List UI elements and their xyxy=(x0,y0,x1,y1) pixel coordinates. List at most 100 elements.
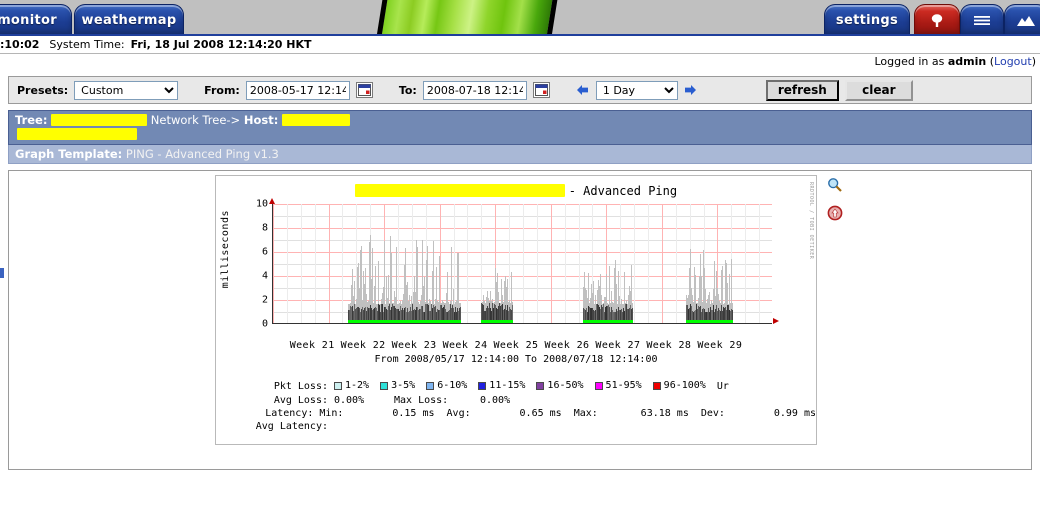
avg-loss-label: Avg Loss: xyxy=(273,394,328,406)
plot-bar-min xyxy=(460,320,461,323)
gridline-v-minor xyxy=(315,204,316,323)
y-tick-8: 8 xyxy=(261,222,268,234)
latency-max-label: Max: xyxy=(573,407,598,419)
y-axis-ticks: 0 2 4 6 8 10 xyxy=(240,199,268,330)
gridline-v-minor xyxy=(565,204,566,323)
system-time-value: Fri, 18 Jul 2008 12:14:20 HKT xyxy=(130,38,312,51)
legend-row-avg-latency: Avg Latency: xyxy=(224,420,816,433)
top-navigation-bar: monitor weathermap settings xyxy=(0,0,1040,36)
legend-range-4: 16-50% xyxy=(547,380,584,391)
calendar-icon-from[interactable] xyxy=(355,82,373,98)
graph-filter-toolbar: Presets: Custom From: To: xyxy=(8,76,1032,104)
legend-range-3: 11-15% xyxy=(489,380,526,391)
graph-title-redacted xyxy=(354,184,565,197)
legend-item-2: 6-10% xyxy=(426,379,467,392)
legend-item-5: 51-95% xyxy=(594,379,642,392)
x-tick-1: Week 22 xyxy=(340,340,386,351)
plot-wrapper: milliseconds 0 2 4 6 8 10 xyxy=(216,198,816,336)
logout-link[interactable]: Logout xyxy=(994,55,1032,68)
latency-avg-label: Avg: xyxy=(446,407,471,419)
to-date-input[interactable] xyxy=(422,80,527,100)
tree-host-line-2 xyxy=(15,127,1025,141)
x-tick-6: Week 27 xyxy=(595,340,641,351)
gridline-v-minor xyxy=(676,204,677,323)
latency-label: Latency: xyxy=(265,407,314,419)
legend-swatch-0 xyxy=(334,381,342,390)
tab-monitor[interactable]: monitor xyxy=(0,4,72,34)
graph-title: - Advanced Ping xyxy=(216,184,816,198)
export-icon[interactable] xyxy=(827,205,843,221)
gridline-v-minor xyxy=(342,204,343,323)
gridline-v-minor xyxy=(467,204,468,323)
y-tick-0: 0 xyxy=(261,318,268,330)
clear-button[interactable]: clear xyxy=(844,79,913,101)
x-tick-3: Week 24 xyxy=(442,340,488,351)
site-logo-banner xyxy=(376,0,559,34)
graph-title-suffix: - Advanced Ping xyxy=(568,184,678,198)
tree-host-header: Tree: Network Tree-> Host: xyxy=(8,110,1032,145)
legend-item-3: 11-15% xyxy=(478,379,525,392)
y-tick-10: 10 xyxy=(255,198,268,210)
arrow-right-icon[interactable] xyxy=(684,83,698,97)
page-body: Presets: Custom From: To: xyxy=(0,70,1040,520)
uptime-clock: :10:02 xyxy=(0,38,40,51)
legend-row-latency: Latency: Min: 0.15 ms Avg: 0.65 ms Max: … xyxy=(224,407,816,420)
tab-weathermap[interactable]: weathermap xyxy=(74,4,184,34)
legend-swatch-5 xyxy=(594,381,603,390)
tree-label: Tree: xyxy=(15,113,48,127)
legend-swatch-2 xyxy=(426,381,435,390)
plot-canvas xyxy=(272,204,772,324)
gridline-v-minor xyxy=(301,204,302,323)
graph-area: RRDTOOL / TOBI OETIKER - Advanced Ping m… xyxy=(8,170,1032,470)
plot-bar-min xyxy=(632,320,633,323)
logout-open-paren: ( xyxy=(986,55,995,68)
tab-graphs[interactable] xyxy=(1004,4,1040,34)
from-label: From: xyxy=(204,83,240,97)
current-user: admin xyxy=(947,55,987,68)
gridline-v-minor xyxy=(537,204,538,323)
legend-swatch-1 xyxy=(380,381,389,390)
rrd-graph-image[interactable]: RRDTOOL / TOBI OETIKER - Advanced Ping m… xyxy=(215,175,817,445)
gridline-v-minor xyxy=(634,204,635,323)
max-loss-value: 0.00% xyxy=(480,394,511,406)
tab-tree[interactable] xyxy=(914,4,960,34)
avg-loss-value: 0.00% xyxy=(334,394,365,406)
x-tick-4: Week 25 xyxy=(493,340,539,351)
tab-settings-label: settings xyxy=(835,13,899,28)
login-status-bar: Logged in as admin (Logout) xyxy=(0,54,1040,70)
x-tick-5: Week 26 xyxy=(544,340,590,351)
tree-icon xyxy=(928,13,946,29)
calendar-icon-to[interactable] xyxy=(532,82,550,98)
tab-list[interactable] xyxy=(960,4,1004,34)
plot-bar-min xyxy=(512,320,513,323)
latency-min-value: 0.15 ms xyxy=(392,407,435,419)
from-date-input[interactable] xyxy=(245,80,350,100)
timespan-select[interactable]: 1 Day xyxy=(595,80,678,100)
pkt-loss-swatches: 1-2% 3-5% 6-10% 11-15% 16-50% 51-95% 96-100% xyxy=(334,379,717,394)
legend-range-1: 3-5% xyxy=(391,380,416,391)
legend-range-2: 6-10% xyxy=(437,380,468,391)
plot-bar-min xyxy=(732,320,733,323)
arrow-left-icon[interactable] xyxy=(576,83,590,97)
host-value-redacted xyxy=(281,114,350,126)
latency-dev-label: Dev: xyxy=(700,407,725,419)
graph-legend: Pkt Loss: 1-2% 3-5% 6-10% 11-15% 16-50% 51-95… xyxy=(216,379,816,433)
list-icon xyxy=(972,14,992,28)
gridline-v xyxy=(329,204,330,323)
legend-range-5: 51-95% xyxy=(605,380,642,391)
gridline-v-minor xyxy=(523,204,524,323)
legend-swatch-3 xyxy=(478,381,487,390)
tree-middle-text: Network Tree-> xyxy=(150,113,241,127)
tree-host-line-1: Tree: Network Tree-> Host: xyxy=(15,113,1025,127)
x-axis-ticks: Week 21 Week 22 Week 23 Week 24 Week 25 Week … xyxy=(216,340,816,351)
legend-range-0: 1-2% xyxy=(345,380,370,391)
x-tick-0: Week 21 xyxy=(289,340,335,351)
refresh-button[interactable]: refresh xyxy=(765,79,839,101)
y-tick-6: 6 xyxy=(261,246,268,258)
legend-item-6: 96-100% xyxy=(652,379,706,392)
tab-settings[interactable]: settings xyxy=(824,4,910,34)
latency-dev-value: 0.99 ms xyxy=(773,407,816,419)
presets-select[interactable]: Custom xyxy=(74,80,179,100)
gridline-v-minor xyxy=(648,204,649,323)
magnifier-icon[interactable] xyxy=(827,177,843,193)
